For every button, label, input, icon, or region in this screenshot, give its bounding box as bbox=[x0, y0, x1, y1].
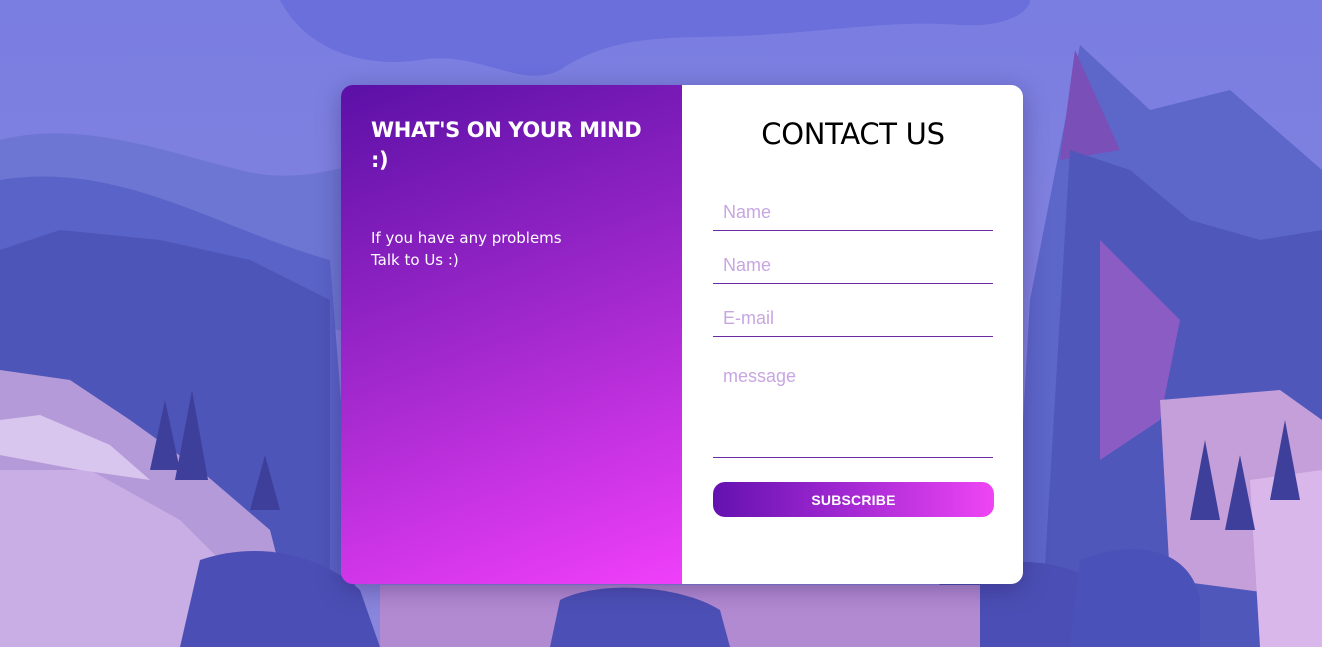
email-input[interactable] bbox=[713, 307, 993, 337]
info-heading: WHAT'S ON YOUR MIND :) bbox=[371, 118, 642, 172]
contact-card: WHAT'S ON YOUR MIND :) If you have any p… bbox=[341, 85, 1023, 584]
name-input[interactable] bbox=[713, 201, 993, 231]
info-subtext: If you have any problems Talk to Us :) bbox=[371, 229, 562, 269]
subscribe-button[interactable]: SUBSCRIBE bbox=[713, 482, 994, 517]
info-panel: WHAT'S ON YOUR MIND :) If you have any p… bbox=[341, 85, 682, 584]
contact-form: SUBSCRIBE bbox=[713, 201, 994, 517]
contact-form-panel: CONTACT US SUBSCRIBE bbox=[682, 85, 1023, 584]
message-textarea[interactable] bbox=[713, 360, 993, 458]
form-title: CONTACT US bbox=[761, 117, 945, 151]
second-name-input[interactable] bbox=[713, 254, 993, 284]
